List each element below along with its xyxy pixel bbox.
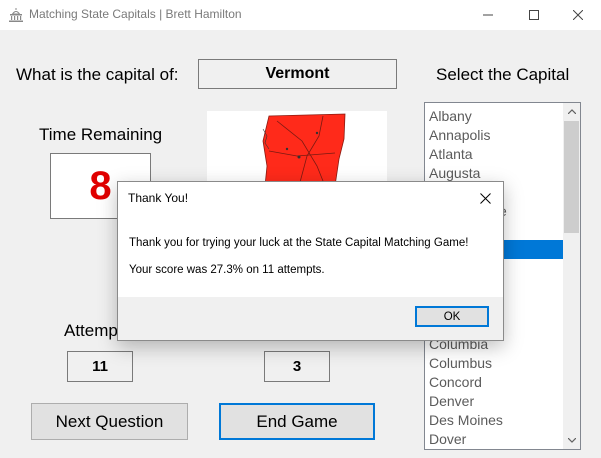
- maximize-button[interactable]: [511, 0, 557, 30]
- ok-button[interactable]: OK: [415, 306, 489, 327]
- scroll-thumb[interactable]: [564, 121, 579, 233]
- minimize-icon: [483, 14, 493, 16]
- list-item[interactable]: Des Moines: [425, 411, 563, 430]
- dialog-footer: OK: [118, 297, 503, 340]
- close-icon: [573, 10, 583, 20]
- next-question-button[interactable]: Next Question: [31, 403, 188, 440]
- attempts-count: 11: [67, 351, 133, 382]
- correct-count: 3: [264, 351, 330, 382]
- dialog-score-message: Your score was 27.3% on 11 attempts.: [129, 264, 325, 276]
- state-map-image: [207, 111, 387, 186]
- list-item[interactable]: Albany: [425, 107, 563, 126]
- listbox-scrollbar[interactable]: [563, 103, 580, 449]
- chevron-up-icon: [567, 109, 576, 114]
- vermont-map-shape: [262, 113, 346, 186]
- dialog-title: Thank You!: [128, 191, 189, 205]
- dialog-close-button[interactable]: [473, 186, 497, 210]
- list-item[interactable]: Columbus: [425, 354, 563, 373]
- maximize-icon: [529, 10, 539, 20]
- end-game-button[interactable]: End Game: [219, 403, 375, 440]
- scroll-up-button[interactable]: [563, 103, 580, 120]
- app-window: Matching State Capitals | Brett Hamilton…: [0, 0, 601, 458]
- close-icon: [479, 192, 491, 204]
- minimize-button[interactable]: [465, 0, 511, 30]
- thank-you-dialog: Thank You! Thank you for trying your luc…: [117, 181, 504, 341]
- title-bar: Matching State Capitals | Brett Hamilton: [0, 0, 601, 30]
- time-remaining-label: Time Remaining: [39, 125, 163, 144]
- capitol-building-icon: [9, 8, 23, 22]
- state-name-display: Vermont: [198, 59, 397, 89]
- window-title: Matching State Capitals | Brett Hamilton: [29, 7, 242, 21]
- list-item[interactable]: Dover: [425, 430, 563, 449]
- list-item[interactable]: Atlanta: [425, 145, 563, 164]
- question-prompt: What is the capital of:: [16, 65, 179, 84]
- chevron-down-icon: [567, 438, 576, 443]
- close-button[interactable]: [555, 0, 601, 30]
- select-capital-label: Select the Capital: [436, 65, 570, 84]
- list-item[interactable]: Denver: [425, 392, 563, 411]
- list-item[interactable]: Annapolis: [425, 126, 563, 145]
- scroll-down-button[interactable]: [563, 432, 580, 449]
- list-item[interactable]: Concord: [425, 373, 563, 392]
- dialog-message: Thank you for trying your luck at the St…: [129, 237, 469, 249]
